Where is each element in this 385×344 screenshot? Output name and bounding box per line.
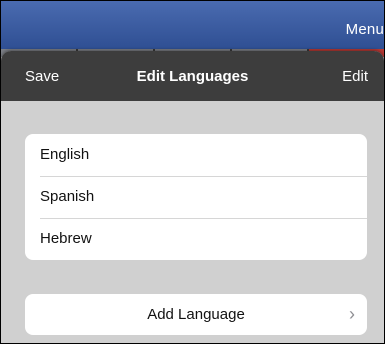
edit-button[interactable]: Edit	[342, 68, 368, 85]
add-language-group: Add Language ›	[25, 294, 367, 335]
language-item-english[interactable]: English	[25, 134, 367, 176]
edit-languages-sheet: Save Edit Languages Edit English Spanish…	[1, 51, 384, 343]
language-item-spanish[interactable]: Spanish	[25, 176, 367, 218]
screen: Menu Save Edit Languages Edit English Sp…	[0, 0, 385, 344]
add-language-button[interactable]: Add Language ›	[25, 294, 367, 335]
menu-button[interactable]: Menu	[346, 21, 384, 38]
add-language-label: Add Language	[147, 306, 245, 323]
chevron-right-icon: ›	[349, 304, 355, 324]
language-list: English Spanish Hebrew	[25, 134, 367, 260]
background-app-bar: Menu	[1, 1, 384, 49]
save-button[interactable]: Save	[25, 68, 59, 85]
language-item-hebrew[interactable]: Hebrew	[25, 218, 367, 260]
nav-bar: Save Edit Languages Edit	[1, 51, 384, 101]
